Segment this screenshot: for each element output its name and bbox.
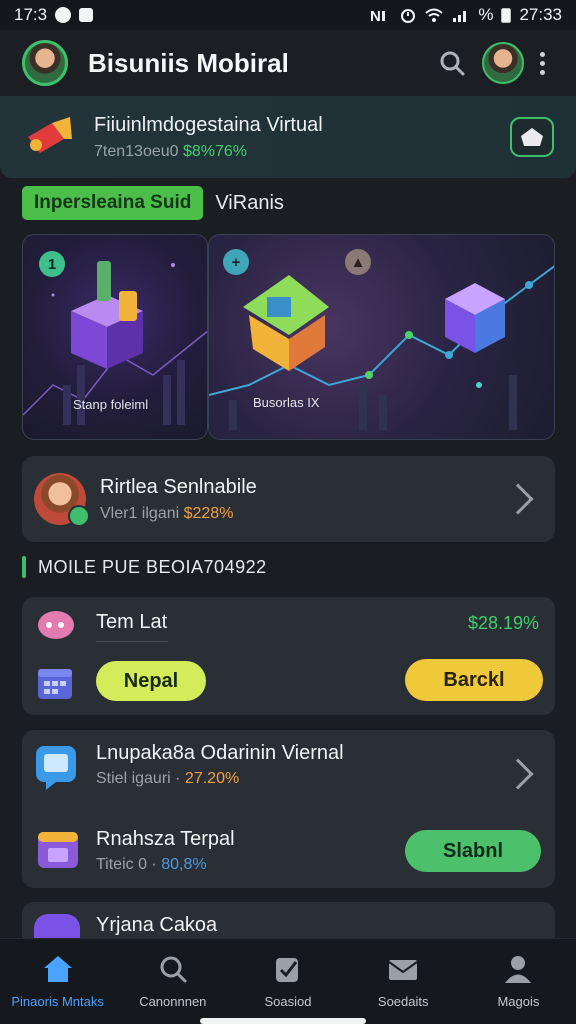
trade-card: Tem Lat $28.19% Nepal Barckl xyxy=(22,597,555,715)
bottom-nav: Pinaoris Mntaks Canonnnen Soasiod Soedai… xyxy=(0,938,576,1024)
divider xyxy=(96,641,168,642)
section-bar xyxy=(22,556,26,578)
featured-banner[interactable]: Fiiuinlmdogestaina Virtual 7ten13oeu0 $8… xyxy=(0,96,576,178)
nav-item-messages[interactable]: Soedaits xyxy=(346,939,461,1024)
nav-item-home[interactable]: Pinaoris Mntaks xyxy=(0,939,115,1024)
notification-icon xyxy=(55,7,72,23)
status-time-left: 17:3 xyxy=(14,5,48,24)
nav-item-search[interactable]: Canonnnen xyxy=(115,939,230,1024)
list-item-title: Rnahsza Terpal xyxy=(96,828,235,850)
calendar-icon xyxy=(38,669,72,699)
slabnl-button[interactable]: Slabnl xyxy=(405,830,541,872)
list-item-value: 27.20% xyxy=(184,770,240,787)
hero-right-label: Busorlas IX xyxy=(253,395,320,410)
search-icon xyxy=(160,956,187,983)
megaphone-icon xyxy=(22,109,78,165)
banner-subtitle: 7ten13oeu0 $8%76% xyxy=(94,142,248,160)
profile-value: $228% xyxy=(183,504,234,522)
more-options-button[interactable] xyxy=(530,43,554,83)
search-button[interactable] xyxy=(432,43,472,83)
trade-value: $28.19% xyxy=(467,613,539,633)
list-item-subtitle: Titeic 0 · 80,8% xyxy=(96,856,207,873)
verified-badge-icon xyxy=(68,505,90,527)
person-icon xyxy=(505,956,532,983)
trade-title: Tem Lat xyxy=(96,611,168,633)
lock-icon: ▲ xyxy=(345,249,371,275)
search-icon xyxy=(440,51,465,76)
list-item[interactable]: Lnupaka8a Odarinin Viernal Stiel igauri … xyxy=(22,730,555,816)
edit-icon xyxy=(276,958,298,982)
chevron-right-icon xyxy=(502,483,534,515)
nav-label: Magois xyxy=(497,994,540,1009)
profile-subtitle: Vler1 ilgani $228% xyxy=(100,504,234,522)
section-tabs: Inpersleaina Suid ViRanis xyxy=(22,186,284,220)
list-item-subtitle: Stiel igauri · 27.20% xyxy=(96,770,240,787)
chat-bubble-icon xyxy=(38,611,74,639)
hero-carousel: 1 Stanp foleiml + ▲ Busorlas IX xyxy=(22,234,555,440)
list-item-value: 80,8% xyxy=(161,856,207,873)
building-icon xyxy=(521,128,543,146)
app-notification-icon xyxy=(79,8,94,22)
home-icon xyxy=(43,956,72,982)
hero-left-badge: 1 xyxy=(39,251,65,277)
cell-signal-icon xyxy=(453,11,467,22)
profile-title: Rirtlea Senlnabile xyxy=(100,475,257,498)
barckl-button[interactable]: Barckl xyxy=(405,659,543,701)
hero-right-badge: + xyxy=(223,249,249,275)
nav-label: Soedaits xyxy=(377,994,429,1009)
signal-n-icon: N xyxy=(370,8,386,23)
app-title: Bisuniis Mobiral xyxy=(88,47,289,78)
section-title: MOILE PUE BEOIA704922 xyxy=(38,556,267,577)
nav-item-profile[interactable]: Magois xyxy=(461,939,576,1024)
nav-label: Pinaoris Mntaks xyxy=(11,994,104,1009)
app-bar: Bisuniis Mobiral xyxy=(0,30,576,96)
partial-item-title: Yrjana Cakoa xyxy=(96,914,218,936)
profile-row[interactable]: Rirtlea Senlnabile Vler1 ilgani $228% xyxy=(22,456,555,542)
chat-app-icon xyxy=(36,746,76,790)
list-item[interactable]: Rnahsza Terpal Titeic 0 · 80,8% Slabnl xyxy=(22,816,555,888)
svg-text:N: N xyxy=(370,8,381,23)
list-item-title: Lnupaka8a Odarinin Viernal xyxy=(96,742,344,764)
nav-label: Canonnnen xyxy=(139,994,207,1009)
status-time-right: 27:33 xyxy=(519,5,562,24)
user-avatar[interactable] xyxy=(22,40,68,86)
banner-percent: $8%76% xyxy=(182,142,248,160)
nepal-button[interactable]: Nepal xyxy=(96,661,206,701)
tab-active[interactable]: Inpersleaina Suid xyxy=(22,186,204,220)
banner-title: Fiiuinlmdogestaina Virtual xyxy=(94,113,323,136)
nav-item-tasks[interactable]: Soasiod xyxy=(230,939,345,1024)
hero-card-right[interactable]: + ▲ Busorlas IX xyxy=(208,234,555,440)
status-bar: 17:3 N % 27:33 xyxy=(0,0,576,30)
section-header: MOILE PUE BEOIA704922 xyxy=(22,556,267,578)
alarm-icon xyxy=(401,9,416,23)
contact-avatar xyxy=(34,473,90,527)
list-card: Lnupaka8a Odarinin Viernal Stiel igauri … xyxy=(22,730,555,888)
battery-icon xyxy=(501,8,512,23)
battery-percent: % xyxy=(478,5,494,24)
tab-other[interactable]: ViRanis xyxy=(215,192,284,215)
banner-action-button[interactable] xyxy=(510,117,554,157)
box-icon xyxy=(38,832,78,868)
mail-icon xyxy=(388,960,418,980)
profile-avatar[interactable] xyxy=(482,42,524,84)
wifi-icon xyxy=(425,8,443,22)
nav-label: Soasiod xyxy=(264,994,312,1009)
hero-card-left[interactable]: 1 Stanp foleiml xyxy=(22,234,208,440)
chevron-right-icon xyxy=(502,758,534,790)
hero-left-label: Stanp foleiml xyxy=(73,397,149,412)
home-indicator xyxy=(200,1018,366,1024)
